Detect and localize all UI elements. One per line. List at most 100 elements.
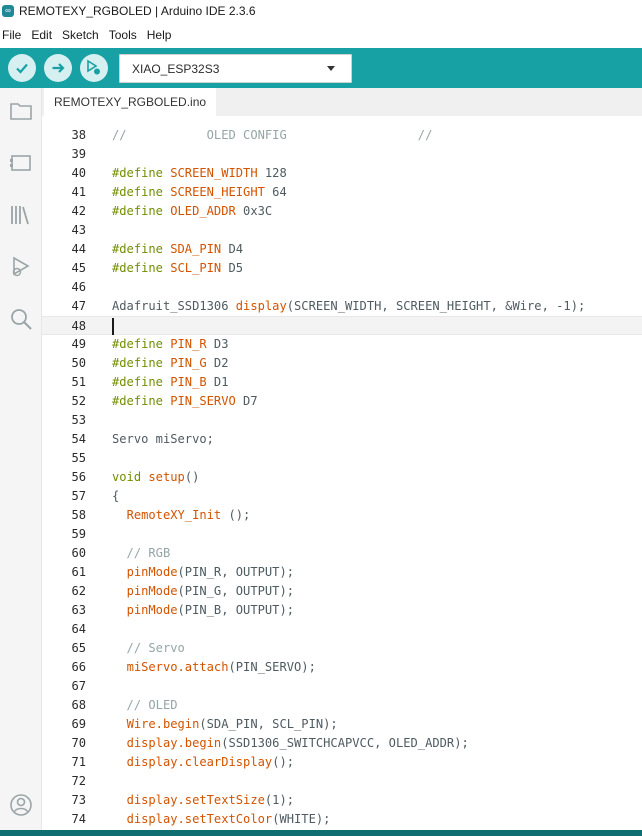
code-line[interactable]: 59 [42, 525, 642, 544]
menu-edit[interactable]: Edit [31, 28, 58, 42]
code-line[interactable]: 43 [42, 221, 642, 240]
code-line[interactable]: 53 [42, 411, 642, 430]
line-number: 51 [71, 375, 86, 389]
code-text: // RGB [112, 546, 171, 560]
code-text: #define PIN_B D1 [112, 375, 229, 389]
line-number: 69 [71, 717, 86, 731]
window-title: REMOTEXY_RGBOLED | Arduino IDE 2.3.6 [19, 4, 256, 18]
code-line[interactable]: 71 display.clearDisplay(); [42, 753, 642, 772]
arrow-right-icon [52, 63, 65, 73]
code-line[interactable]: 42 #define OLED_ADDR 0x3C [42, 202, 642, 221]
code-text: #define SCREEN_HEIGHT 64 [112, 185, 287, 199]
board-icon[interactable] [8, 150, 34, 176]
code-text: Adafruit_SSD1306 display(SCREEN_WIDTH, S… [112, 299, 586, 313]
code-line[interactable]: 48 [42, 316, 642, 335]
code-line[interactable]: 70 display.begin(SSD1306_SWITCHCAPVCC, O… [42, 734, 642, 753]
account-icon[interactable] [8, 792, 34, 818]
line-number: 41 [71, 185, 86, 199]
verify-button[interactable] [8, 54, 36, 82]
folder-icon[interactable] [8, 98, 34, 124]
toolbar: XIAO_ESP32S3 [0, 48, 642, 88]
code-line[interactable]: 45 #define SCL_PIN D5 [42, 259, 642, 278]
line-number: 47 [71, 299, 86, 313]
line-number: 58 [71, 508, 86, 522]
code-line[interactable]: 46 [42, 278, 642, 297]
code-line[interactable]: 55 [42, 449, 642, 468]
code-line[interactable]: 54 Servo miServo; [42, 430, 642, 449]
tab-remotexy-rgboled[interactable]: REMOTEXY_RGBOLED.ino [44, 88, 217, 116]
line-number: 67 [71, 679, 86, 693]
code-text: { [112, 489, 120, 503]
debug-button[interactable] [80, 54, 108, 82]
upload-button[interactable] [44, 54, 72, 82]
search-icon[interactable] [8, 306, 34, 332]
code-line[interactable]: 64 [42, 620, 642, 639]
status-bar [0, 830, 642, 836]
code-text: #define PIN_G D2 [112, 356, 229, 370]
code-line[interactable]: 40 #define SCREEN_WIDTH 128 [42, 164, 642, 183]
code-line[interactable]: 61 pinMode(PIN_R, OUTPUT); [42, 563, 642, 582]
code-line[interactable]: 65 // Servo [42, 639, 642, 658]
line-number: 48 [71, 319, 86, 333]
line-number: 57 [71, 489, 86, 503]
line-number: 60 [71, 546, 86, 560]
code-text: #define PIN_SERVO D7 [112, 394, 258, 408]
check-icon [16, 63, 28, 74]
code-line[interactable]: 69 Wire.begin(SDA_PIN, SCL_PIN); [42, 715, 642, 734]
code-line[interactable]: 58 RemoteXY_Init (); [42, 506, 642, 525]
code-line[interactable]: 49 #define PIN_R D3 [42, 335, 642, 354]
code-line[interactable]: 39 [42, 145, 642, 164]
menu-bar: File Edit Sketch Tools Help [0, 24, 642, 46]
line-number: 68 [71, 698, 86, 712]
code-line[interactable]: 57 { [42, 487, 642, 506]
sidebar [0, 88, 42, 836]
line-number: 66 [71, 660, 86, 674]
code-line[interactable]: 66 miServo.attach(PIN_SERVO); [42, 658, 642, 677]
code-text: Servo miServo; [112, 432, 214, 446]
line-number: 39 [71, 147, 86, 161]
code-line[interactable]: 44 #define SDA_PIN D4 [42, 240, 642, 259]
line-number: 53 [71, 413, 86, 427]
menu-file[interactable]: File [2, 28, 27, 42]
debug-icon [87, 59, 100, 75]
code-line[interactable]: 74 display.setTextColor(WHITE); [42, 810, 642, 829]
line-number: 46 [71, 280, 86, 294]
code-line[interactable]: 63 pinMode(PIN_B, OUTPUT); [42, 601, 642, 620]
code-text: pinMode(PIN_G, OUTPUT); [126, 584, 295, 598]
code-text: miServo.attach(PIN_SERVO); [126, 660, 316, 674]
menu-sketch[interactable]: Sketch [62, 28, 105, 42]
code-line[interactable]: 67 [42, 677, 642, 696]
line-number: 50 [71, 356, 86, 370]
line-number: 54 [71, 432, 86, 446]
menu-tools[interactable]: Tools [109, 28, 143, 42]
board-selector[interactable]: XIAO_ESP32S3 [119, 54, 352, 83]
line-number: 65 [71, 641, 86, 655]
code-line[interactable]: 62 pinMode(PIN_G, OUTPUT); [42, 582, 642, 601]
line-number: 45 [71, 261, 86, 275]
library-icon[interactable] [8, 202, 34, 228]
code-text: #define SCREEN_WIDTH 128 [112, 166, 287, 180]
code-line[interactable]: 60 // RGB [42, 544, 642, 563]
line-number: 70 [71, 736, 86, 750]
code-text: // OLED CONFIG // [112, 128, 433, 142]
line-number: 49 [71, 337, 86, 351]
debug-icon[interactable] [8, 254, 34, 280]
code-line[interactable]: 38 // OLED CONFIG // [42, 126, 642, 145]
line-number: 42 [71, 204, 86, 218]
code-text: pinMode(PIN_B, OUTPUT); [126, 603, 295, 617]
code-editor[interactable]: 38 // OLED CONFIG // 39 40 #define SCREEN_WI… [42, 116, 642, 836]
line-number: 55 [71, 451, 86, 465]
code-line[interactable]: 68 // OLED [42, 696, 642, 715]
code-text: display.begin(SSD1306_SWITCHCAPVCC, OLED… [126, 736, 469, 750]
code-line[interactable]: 50 #define PIN_G D2 [42, 354, 642, 373]
code-line[interactable]: 72 [42, 772, 642, 791]
chevron-down-icon [327, 66, 335, 71]
menu-help[interactable]: Help [147, 28, 178, 42]
code-text: pinMode(PIN_R, OUTPUT); [126, 565, 295, 579]
code-line[interactable]: 41 #define SCREEN_HEIGHT 64 [42, 183, 642, 202]
code-line[interactable]: 51 #define PIN_B D1 [42, 373, 642, 392]
code-line[interactable]: 73 display.setTextSize(1); [42, 791, 642, 810]
code-line[interactable]: 56 void setup() [42, 468, 642, 487]
code-line[interactable]: 52 #define PIN_SERVO D7 [42, 392, 642, 411]
code-line[interactable]: 47 Adafruit_SSD1306 display(SCREEN_WIDTH,… [42, 297, 642, 316]
